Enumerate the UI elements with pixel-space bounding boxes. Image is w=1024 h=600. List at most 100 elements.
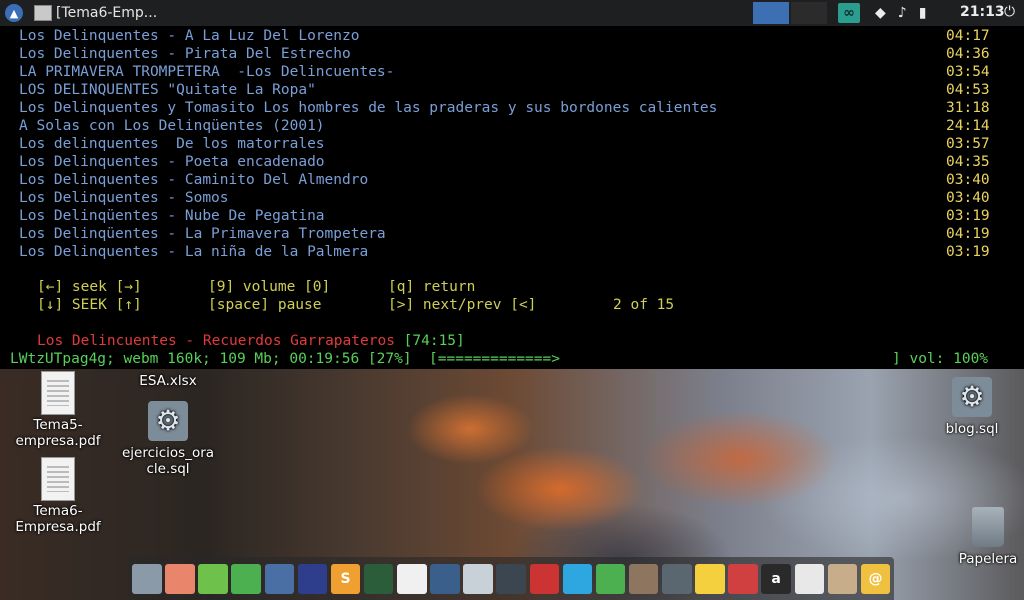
track-title: Los Delinquentes - Pirata Del Estrecho	[19, 46, 351, 62]
playlist-row[interactable]: Los Delinquentes y Tomasito Los hombres …	[19, 99, 717, 117]
track-title: Los Delinquentes - Somos	[19, 190, 229, 206]
sublime-icon[interactable]: S	[330, 563, 361, 594]
help-pause: [space] pause	[208, 297, 322, 313]
archive-icon[interactable]	[529, 563, 560, 594]
track-duration: 03:57	[946, 136, 990, 152]
playlist-row[interactable]: Los Delinqüentes - La Primavera Trompete…	[19, 225, 386, 243]
desktop-icon-blog[interactable]: ⚙ blog.sql	[922, 377, 1022, 437]
track-duration: 03:19	[946, 208, 990, 224]
battery-icon[interactable]: ▮	[919, 5, 927, 21]
app-menu-button[interactable]: ▲	[2, 1, 26, 25]
folder-icon[interactable]	[463, 563, 493, 594]
sticky-notes-icon[interactable]	[695, 563, 725, 594]
track-duration: 03:40	[946, 172, 990, 188]
workspace-switcher[interactable]	[753, 2, 829, 24]
trash-icon	[972, 507, 1004, 547]
track-title: Los Delinquentes - Caminito Del Almendro	[19, 172, 369, 188]
tray-app-icon[interactable]: ∞	[838, 3, 860, 23]
window-title: [Tema6-Emp...	[56, 5, 158, 21]
track-duration: 04:17	[946, 28, 990, 44]
volume-icon[interactable]: ♪	[898, 5, 907, 21]
track-title: Los Delinquentes y Tomasito Los hombres …	[19, 100, 718, 116]
image-viewer-icon[interactable]	[165, 563, 195, 594]
desktop-icon-tema6[interactable]: Tema6- Empresa.pdf	[8, 457, 108, 535]
playlist-row[interactable]: Los Delinquentes - Pirata Del Estrecho	[19, 45, 351, 63]
track-duration: 04:35	[946, 154, 990, 170]
dock: Sa @	[128, 557, 894, 600]
mail-icon[interactable]: @	[860, 563, 891, 594]
sql-file-icon: ⚙	[952, 377, 992, 417]
spreadsheet-icon[interactable]	[595, 563, 626, 594]
track-duration: 31:18	[946, 100, 990, 116]
track-duration: 04:53	[946, 82, 990, 98]
playlist-row[interactable]: Los Delinquentes - La niña de la Palmera	[19, 243, 368, 261]
java-icon[interactable]	[297, 563, 328, 594]
track-duration: 03:54	[946, 64, 990, 80]
pencils-icon[interactable]	[728, 563, 758, 594]
desktop-icon-ejercicios[interactable]: ⚙ ejercicios_ora cle.sql	[118, 401, 218, 477]
pdf-viewer-icon[interactable]	[794, 563, 825, 594]
track-title: Los Delinquentes - La niña de la Palmera	[19, 244, 369, 260]
volume-readout: ] vol: 100%	[892, 351, 989, 367]
desktop-icon-esa[interactable]: ESA.xlsx	[118, 373, 218, 389]
leaf-icon[interactable]	[198, 563, 228, 594]
desktop-icon-label: Tema5- empresa.pdf	[15, 417, 101, 449]
track-duration: 03:19	[946, 244, 990, 260]
terminal-icon[interactable]	[496, 563, 526, 594]
now-playing: Los Delincuentes - Recuerdos Garrapatero…	[37, 332, 465, 350]
desktop-icon-trash[interactable]: Papelera	[938, 507, 1024, 567]
desktop-icon-label: ejercicios_ora cle.sql	[121, 445, 215, 477]
app-menu-icon: ▲	[5, 4, 23, 22]
calculator-icon[interactable]	[662, 563, 692, 594]
window-icon	[34, 5, 52, 21]
pdf-file-icon	[41, 371, 75, 415]
deb-package-icon[interactable]	[628, 563, 659, 594]
desktop-icon-label: ESA.xlsx	[139, 373, 197, 389]
pdf-file-icon	[41, 457, 75, 501]
sql-file-icon: ⚙	[148, 401, 188, 441]
amazon-icon[interactable]: a	[761, 563, 791, 594]
track-duration: 24:14	[946, 118, 990, 134]
track-title: Los Delinqüentes - La Primavera Trompete…	[19, 226, 386, 242]
playlist-row[interactable]: Los Delinquentes - Poeta encadenado	[19, 153, 325, 171]
network-icon[interactable]	[264, 563, 295, 594]
files-icon[interactable]	[132, 563, 162, 594]
playlist-row[interactable]: Los Delinquentes - A La Luz Del Lorenzo	[19, 27, 359, 45]
terminal-window[interactable]: Los Delinquentes - A La Luz Del Lorenzo 0…	[0, 26, 1024, 369]
track-title: A Solas con Los Delinqüentes (2001)	[19, 118, 325, 134]
playlist-row[interactable]: Los Delinquentes - Caminito Del Almendro	[19, 171, 368, 189]
track-title: Los Delinquentes - A La Luz Del Lorenzo	[19, 28, 360, 44]
top-panel: ▲ [Tema6-Emp... ∞ ◆ ♪ ▮ 21:13 ⏻	[0, 0, 1024, 26]
taskbar-window-button[interactable]: [Tema6-Emp...	[34, 0, 157, 26]
browser-icon[interactable]	[231, 563, 261, 594]
mysql-workbench-icon[interactable]	[430, 563, 460, 594]
desktop-icon-label: blog.sql	[945, 421, 999, 437]
track-duration: 03:40	[946, 190, 990, 206]
monitor-icon[interactable]	[363, 563, 394, 594]
telegram-icon[interactable]	[562, 563, 593, 594]
playlist-row[interactable]: LA PRIMAVERA TROMPETERA -Los Delincuente…	[19, 63, 394, 81]
playlist-row[interactable]: A Solas con Los Delinqüentes (2001)	[19, 117, 325, 135]
help-volume: [9] volume [0]	[208, 279, 331, 295]
playlist-row[interactable]: Los Delinqüentes - Nube De Pegatina	[19, 207, 325, 225]
track-title: Los delinquentes De los matorrales	[19, 136, 325, 152]
box-icon[interactable]	[827, 563, 858, 594]
document-icon[interactable]	[397, 563, 427, 594]
power-icon[interactable]: ⏻	[1004, 4, 1015, 20]
playlist-row[interactable]: LOS DELINQUENTES "Quitate La Ropa"	[19, 81, 316, 99]
track-title: Los Delinqüentes - Nube De Pegatina	[19, 208, 325, 224]
playlist-row[interactable]: Los delinquentes De los matorrales	[19, 135, 325, 153]
wifi-icon[interactable]: ◆	[875, 5, 886, 21]
clock[interactable]: 21:13	[960, 4, 1005, 20]
now-playing-duration: [74:15]	[403, 333, 465, 349]
help-return: [q] return	[388, 279, 476, 295]
track-title: Los Delinquentes - Poeta encadenado	[19, 154, 325, 170]
desktop-icon-label: Papelera	[958, 551, 1018, 567]
playlist-row[interactable]: Los Delinquentes - Somos	[19, 189, 229, 207]
workspace-1[interactable]	[753, 2, 789, 24]
help-next-prev: [>] next/prev [<]	[388, 297, 537, 313]
help-seek-big: [↓] SEEK [↑]	[37, 297, 142, 313]
now-playing-title: Los Delincuentes - Recuerdos Garrapatero…	[37, 333, 395, 349]
desktop-icon-tema5[interactable]: Tema5- empresa.pdf	[8, 371, 108, 449]
workspace-2[interactable]	[791, 2, 827, 24]
